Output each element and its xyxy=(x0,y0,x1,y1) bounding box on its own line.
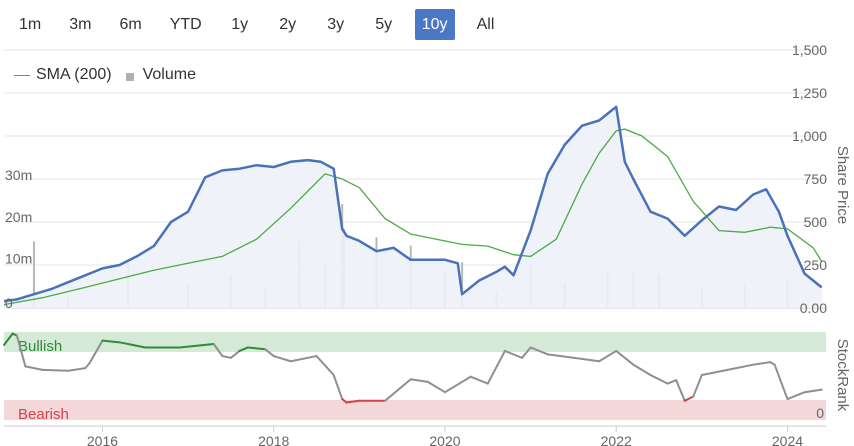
stockrank-segment xyxy=(443,375,472,394)
stockrank-segment xyxy=(773,363,789,401)
price-tick-label: 1,000 xyxy=(792,128,827,144)
stockrank-segment xyxy=(546,353,575,359)
stockrank-segment xyxy=(469,375,489,385)
stockrank-segment xyxy=(67,367,87,372)
bullish-label: Bullish xyxy=(18,338,62,355)
volume-tick-label: 20m xyxy=(5,209,32,225)
stockrank-segment xyxy=(786,391,806,401)
x-tick-label: 2018 xyxy=(258,433,289,446)
stockrank-segment xyxy=(752,361,772,366)
price-tick-label: 0.00 xyxy=(800,300,827,316)
stockrank-segment xyxy=(332,374,344,401)
stockrank-segment xyxy=(572,356,601,363)
stockrank-segment xyxy=(649,374,669,385)
x-tick-label: 2022 xyxy=(601,433,632,446)
stockrank-segment xyxy=(426,380,446,394)
price-axis-title: Share Price xyxy=(834,146,851,224)
stockrank-segment xyxy=(41,368,70,372)
price-tick-label: 1,250 xyxy=(792,85,827,101)
stockrank-segment xyxy=(84,361,91,370)
x-tick-label: 2020 xyxy=(429,433,460,446)
stockrank-segment xyxy=(675,379,686,402)
bullish-zone xyxy=(4,332,826,352)
stockrank-tick-label: 0 xyxy=(816,405,824,421)
volume-tick-label: 10m xyxy=(5,250,32,266)
stockrank-segment xyxy=(24,365,44,371)
stockrank-segment xyxy=(272,355,292,363)
price-tick-label: 750 xyxy=(804,171,828,187)
x-tick-label: 2016 xyxy=(87,433,118,446)
stockrank-segment xyxy=(384,378,412,402)
stockrank-segment xyxy=(598,349,618,363)
stockrank-segment xyxy=(409,378,429,383)
stockrank-segment xyxy=(803,388,823,394)
volume-tick-label: 0 xyxy=(5,295,13,311)
price-tick-label: 1,500 xyxy=(792,42,827,58)
price-tick-label: 500 xyxy=(804,214,828,230)
x-tick-label: 2024 xyxy=(772,433,803,446)
stockrank-segment xyxy=(315,355,335,376)
stockrank-segment xyxy=(615,349,635,366)
stockrank-segment xyxy=(726,363,755,371)
price-tick-label: 250 xyxy=(804,257,828,273)
stockrank-segment xyxy=(221,355,232,359)
stockrank-segment xyxy=(666,379,678,385)
stockrank-segment xyxy=(289,355,318,363)
stockrank-segment xyxy=(486,349,506,385)
volume-tick-label: 30m xyxy=(5,167,32,183)
bearish-label: Bearish xyxy=(18,406,69,423)
stockrank-segment xyxy=(692,374,703,398)
stockrank-segment xyxy=(700,368,729,376)
stockrank-segment xyxy=(632,363,652,376)
stockrank-axis-title: StockRank xyxy=(834,339,851,412)
price-chart: 0.00 250 500 750 1,000 1,250 1,500 0 10m 20m 30m Sh… xyxy=(3,42,851,446)
bearish-zone xyxy=(4,400,826,420)
